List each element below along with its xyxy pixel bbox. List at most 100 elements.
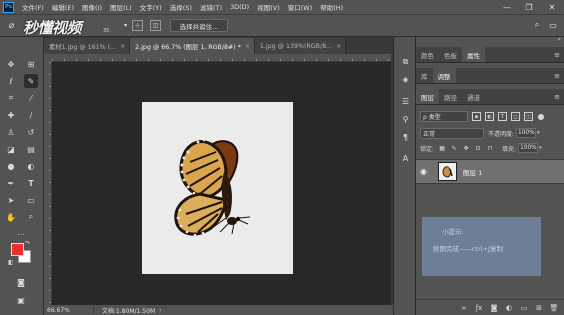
lock-artboard-icon[interactable]: ⊡: [474, 144, 482, 152]
select-and-mask-button[interactable]: 选择并遮住...: [170, 19, 228, 32]
screen-mode-icon[interactable]: ▣: [14, 293, 28, 307]
menu-window[interactable]: 窗口(W): [284, 2, 317, 12]
document-canvas[interactable]: [142, 102, 293, 274]
opacity-input[interactable]: 100%: [516, 128, 537, 138]
tab-properties[interactable]: 属性: [462, 47, 485, 62]
close-tab-icon[interactable]: ×: [336, 43, 341, 50]
menu-type[interactable]: 文字(Y): [136, 2, 166, 12]
panel-menu-icon[interactable]: ≡: [554, 47, 560, 62]
path-select-icon[interactable]: ➤: [4, 193, 18, 207]
workspace-icon[interactable]: ▭: [547, 19, 559, 31]
fill-input[interactable]: 100%: [518, 143, 539, 153]
filter-shape-icon[interactable]: ◻: [511, 112, 520, 121]
tab-paths[interactable]: 路径: [439, 89, 462, 104]
swap-colors-icon[interactable]: ↷: [25, 240, 30, 247]
history-panel-icon[interactable]: ⧉: [399, 55, 412, 68]
menu-help[interactable]: 帮助(H): [316, 2, 347, 12]
link-layers-icon[interactable]: ∞: [459, 303, 469, 313]
adjustment-layer-icon[interactable]: ◐: [504, 303, 514, 313]
move-icon[interactable]: ✥: [4, 57, 18, 71]
filter-adjustment-icon[interactable]: ◐: [485, 112, 494, 121]
zoom-icon[interactable]: ⌕: [24, 210, 38, 224]
sample-all-layers-icon[interactable]: ⊹: [132, 20, 143, 31]
zoom-level[interactable]: 66.67%: [44, 306, 94, 314]
lock-all-icon[interactable]: ⊓: [486, 144, 494, 152]
quick-mask-icon[interactable]: ◙: [14, 275, 28, 289]
paragraph-icon[interactable]: ¶: [399, 131, 412, 144]
ruler-corner[interactable]: [44, 54, 52, 62]
tab-layers[interactable]: 图层: [416, 89, 439, 104]
gradient-icon[interactable]: ▤: [24, 142, 38, 156]
foreground-color-swatch[interactable]: [11, 243, 24, 256]
blend-mode-select[interactable]: 正常: [420, 127, 484, 139]
filter-type-icon[interactable]: T: [498, 112, 507, 121]
search-icon[interactable]: ⌕: [531, 19, 543, 31]
filter-toggle-icon[interactable]: [538, 113, 544, 120]
character-icon[interactable]: A: [399, 152, 412, 165]
dodge-icon[interactable]: ◐: [24, 159, 38, 173]
tab-2jpg[interactable]: 2.jpg @ 66.7% (图层 1, RGB/8#) * ×: [130, 38, 255, 54]
horizontal-ruler[interactable]: [52, 54, 391, 62]
eraser-icon[interactable]: ◪: [4, 142, 18, 156]
menu-edit[interactable]: 编辑(E): [48, 2, 78, 12]
auto-enhance-icon[interactable]: ◫: [150, 20, 161, 31]
eyedropper-icon[interactable]: ⁄: [24, 91, 38, 105]
brush-settings-icon[interactable]: ▾: [120, 20, 131, 31]
status-menu-icon[interactable]: ›: [159, 307, 161, 314]
tab-adjustments[interactable]: 调整: [432, 68, 456, 83]
menu-filter[interactable]: 滤镜(T): [196, 2, 226, 12]
tab-sucai[interactable]: 素材1.jpg @ 161% (... ×: [44, 38, 131, 54]
minimize-icon[interactable]: —: [496, 0, 518, 14]
canvas-area[interactable]: [52, 62, 391, 305]
close-tab-icon[interactable]: ×: [120, 43, 125, 50]
pen-icon[interactable]: ✒: [4, 176, 18, 190]
menu-view[interactable]: 视图(V): [253, 2, 284, 12]
properties-icon[interactable]: ☰: [399, 95, 412, 108]
add-mask-icon[interactable]: ◙: [489, 303, 499, 313]
shape-icon[interactable]: ▭: [24, 193, 38, 207]
panel-menu-icon[interactable]: ≡: [554, 68, 560, 83]
lock-pixels-icon[interactable]: ✎: [450, 144, 458, 152]
filter-smart-icon[interactable]: ◫: [524, 112, 533, 121]
tab-libraries[interactable]: 库: [416, 68, 433, 83]
tab-1jpg[interactable]: 1.jpg @ 139%(RGB/8... ×: [254, 38, 347, 54]
close-icon[interactable]: ✕: [541, 0, 563, 14]
stamp-icon[interactable]: ♙: [4, 125, 18, 139]
layer-style-icon[interactable]: ƒx: [474, 303, 484, 313]
quick-select-icon[interactable]: ✎: [24, 74, 38, 88]
lock-transparent-icon[interactable]: ▦: [438, 144, 446, 152]
opacity-dropdown-icon[interactable]: ▾: [537, 130, 540, 136]
layer-filter-select[interactable]: ρ 类型: [420, 111, 468, 122]
default-colors-icon[interactable]: ◧: [8, 259, 14, 266]
layer-thumbnail[interactable]: [438, 162, 457, 181]
layer-row[interactable]: ◉ 图层 1: [416, 159, 564, 184]
crop-icon[interactable]: ⌗: [4, 91, 18, 105]
type-icon[interactable]: T: [24, 176, 38, 190]
blur-icon[interactable]: ●: [4, 159, 18, 173]
delete-layer-icon[interactable]: 🗑: [549, 303, 559, 313]
adjustments-icon[interactable]: ⚲: [399, 113, 412, 126]
more-icon[interactable]: ⋯: [14, 227, 28, 241]
lock-position-icon[interactable]: ✥: [462, 144, 470, 152]
healing-icon[interactable]: ✚: [4, 108, 18, 122]
history-brush-icon[interactable]: ↺: [24, 125, 38, 139]
layer-name[interactable]: 图层 1: [463, 167, 482, 177]
tab-color[interactable]: 颜色: [416, 47, 439, 62]
close-tab-icon[interactable]: ×: [245, 43, 250, 50]
menu-layer[interactable]: 图层(L): [106, 2, 136, 12]
brush-icon[interactable]: /: [24, 108, 38, 122]
lasso-icon[interactable]: ℓ: [4, 74, 18, 88]
tab-channels[interactable]: 通道: [462, 89, 485, 104]
menu-3d[interactable]: 3D(D): [226, 3, 253, 11]
new-group-icon[interactable]: ▭: [519, 303, 529, 313]
hand-icon[interactable]: ✋: [4, 210, 18, 224]
visibility-eye-icon[interactable]: ◉: [420, 167, 434, 176]
tab-swatches[interactable]: 色板: [439, 47, 462, 62]
new-layer-icon[interactable]: ⊞: [534, 303, 544, 313]
quick-select-tool-icon[interactable]: ⌀: [6, 20, 17, 31]
artboard-icon[interactable]: ⊞: [24, 57, 38, 71]
fill-dropdown-icon[interactable]: ▾: [539, 145, 542, 151]
swatches-icon[interactable]: ◈: [399, 73, 412, 86]
panel-menu-icon[interactable]: ≡: [554, 89, 560, 104]
collapse-panels-icon[interactable]: «: [557, 36, 561, 43]
